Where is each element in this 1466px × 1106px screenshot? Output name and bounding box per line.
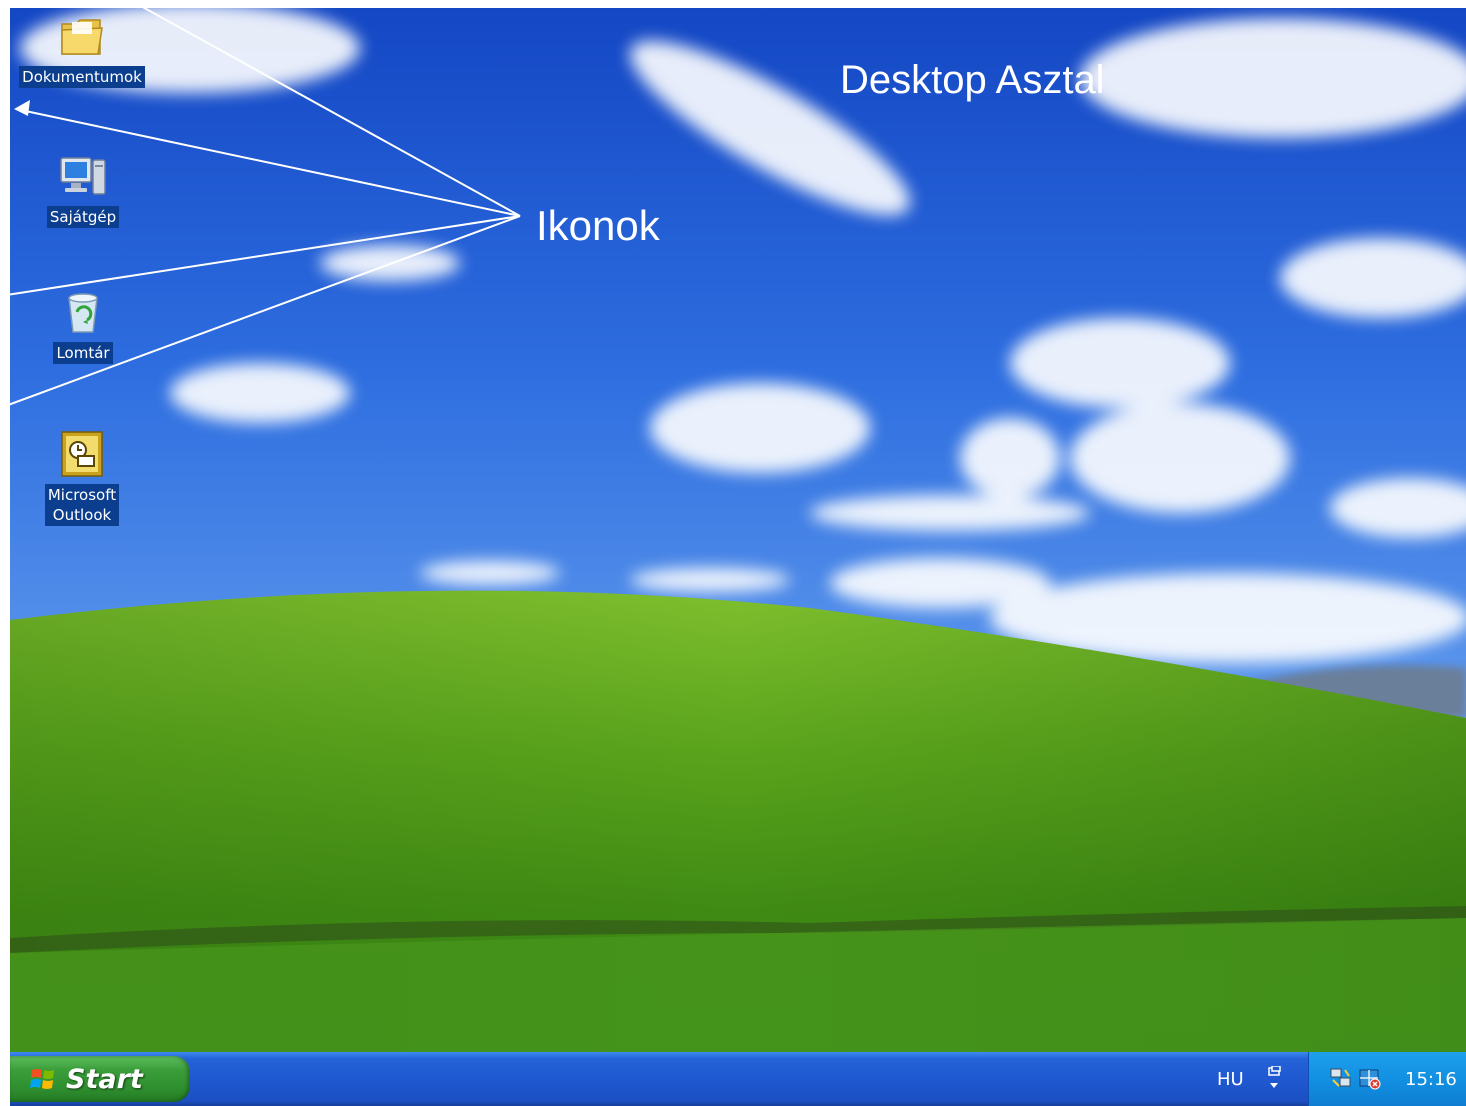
desktop-icon-my-computer[interactable]: Sajátgép — [33, 150, 133, 228]
taskbar-clock[interactable]: 15:16 — [1405, 1069, 1457, 1090]
language-indicator[interactable]: HU — [1217, 1069, 1244, 1090]
icons-annotation-label: Ikonok — [536, 202, 660, 249]
network-icon[interactable] — [1329, 1066, 1353, 1090]
desktop-icon-label: Lomtár — [53, 342, 113, 364]
desktop-icon-label: Sajátgép — [46, 206, 120, 228]
desktop-icon-label: Microsoft Outlook — [44, 484, 120, 526]
recycle-bin-icon — [57, 286, 109, 338]
folder-icon — [56, 10, 108, 62]
outlook-icon — [56, 428, 108, 480]
start-label: Start — [66, 1063, 143, 1095]
desktop-icon-label: Dokumentumok — [19, 66, 145, 88]
security-alert-icon[interactable] — [1357, 1066, 1381, 1090]
start-button[interactable]: Start — [10, 1056, 190, 1102]
desktop-icon-documents[interactable]: Dokumentumok — [19, 10, 145, 88]
desktop-icon-recycle-bin[interactable]: Lomtár — [33, 286, 133, 364]
desktop-annotation-label: Desktop Asztal — [840, 58, 1105, 102]
bliss-wallpaper — [10, 8, 1466, 1052]
windows-logo-icon — [30, 1069, 54, 1089]
my-computer-icon — [57, 150, 109, 202]
taskbar: Start HU 15:16 — [10, 1052, 1466, 1106]
desktop-icon-outlook[interactable]: Microsoft Outlook — [32, 428, 132, 526]
system-tray: 15:16 — [1308, 1052, 1466, 1106]
language-bar-restore-icon[interactable] — [1266, 1066, 1282, 1092]
desktop[interactable]: Dokumentumok Sajátgép Lomtár Microsoft O… — [10, 8, 1466, 1052]
